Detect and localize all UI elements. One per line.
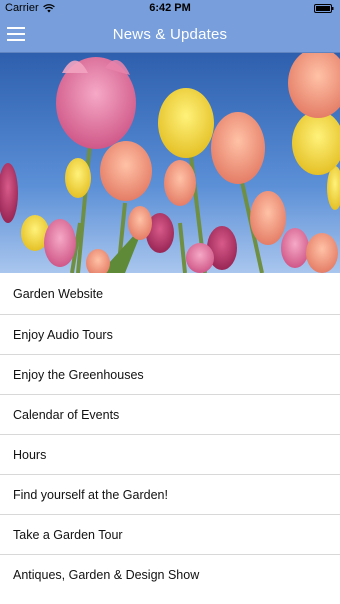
list-item[interactable]: Calendar of Events [0, 394, 340, 434]
list-item[interactable]: Enjoy the Greenhouses [0, 354, 340, 394]
list-item[interactable]: Garden Website [0, 273, 340, 314]
list-item[interactable]: Hours [0, 434, 340, 474]
list-item[interactable]: Antiques, Garden & Design Show [0, 554, 340, 594]
list-item[interactable]: Take a Garden Tour [0, 514, 340, 554]
hero-image [0, 53, 340, 273]
page-title: News & Updates [112, 26, 228, 43]
status-bar: Carrier 6:42 PM [0, 0, 340, 18]
list-item[interactable]: Find yourself at the Garden! [0, 474, 340, 514]
menu-list: Garden Website Enjoy Audio Tours Enjoy t… [0, 273, 340, 594]
battery-icon [314, 4, 334, 13]
status-time: 6:42 PM [149, 2, 191, 14]
navigation-bar: News & Updates [0, 18, 340, 53]
list-item[interactable]: Enjoy Audio Tours [0, 314, 340, 354]
